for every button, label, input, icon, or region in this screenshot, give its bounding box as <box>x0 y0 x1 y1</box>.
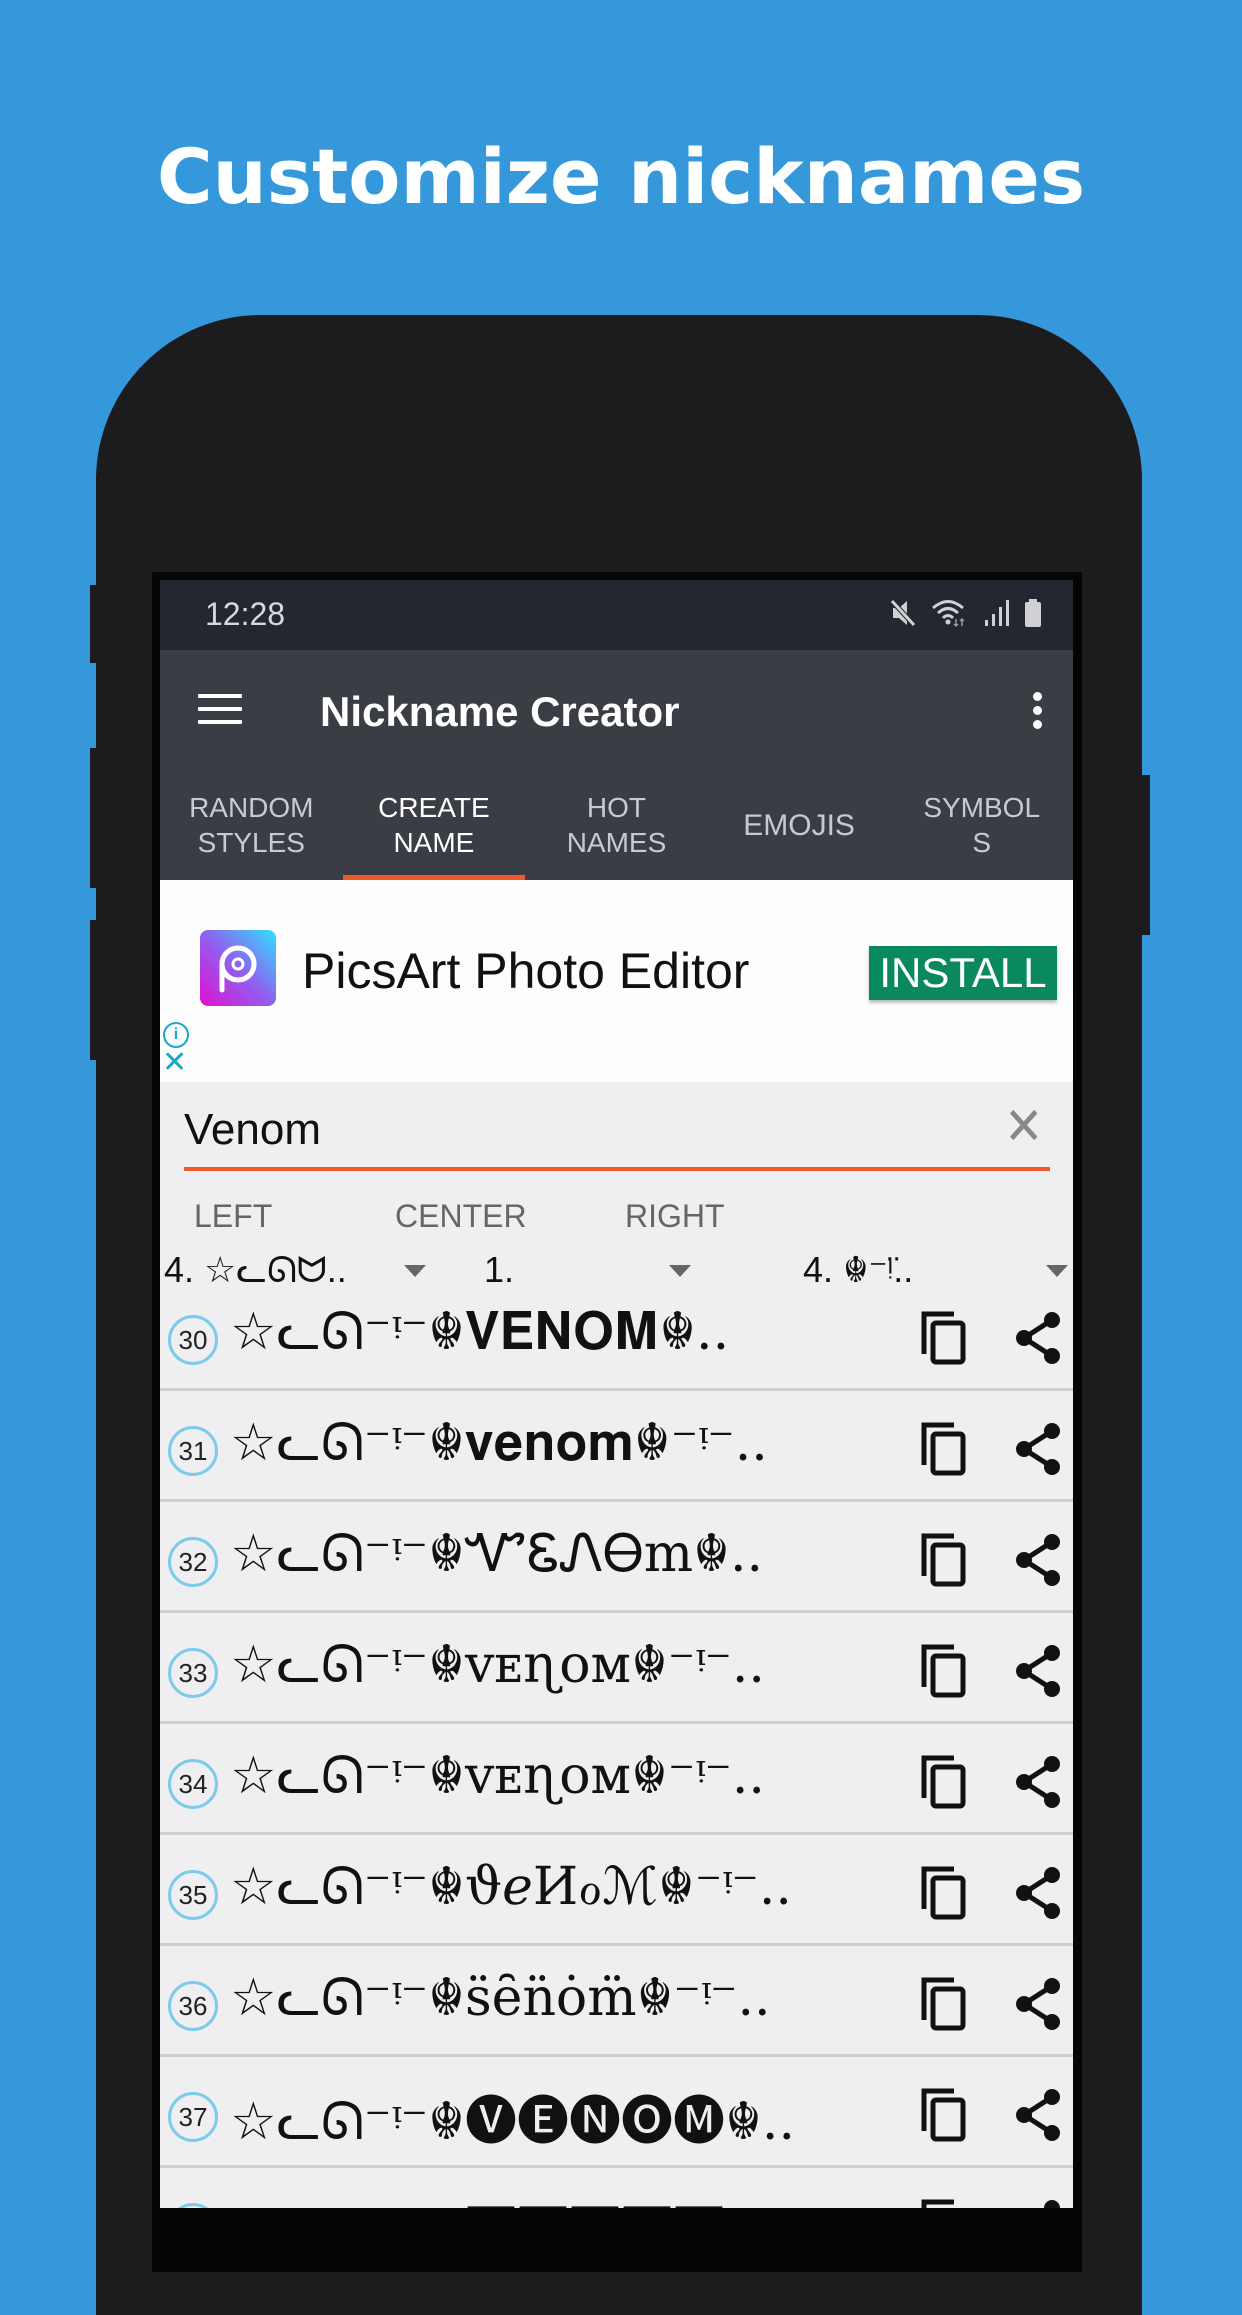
nickname-text[interactable]: ☆ᓚᘏ⁻ᵎ⁻☬ϑℯИℴℳ☬⁻ᵎ⁻.. <box>230 1857 1030 1918</box>
battery-icon <box>1025 599 1041 627</box>
nickname-text[interactable]: ☆ᓚᘏ⁻ᵎ⁻☬🅅🄴🄽🄾🄼☬.. <box>230 2190 1030 2208</box>
list-item[interactable]: 37 ☆ᓚᘏ⁻ᵎ⁻☬🅥🅔🅝🅞🅜☬.. <box>160 2057 1073 2168</box>
tab-label: EMOJIS <box>743 808 855 842</box>
tab-label: RANDOM <box>189 792 314 823</box>
copy-icon[interactable] <box>920 1421 970 1477</box>
ad-info-icon[interactable]: i <box>163 1022 189 1048</box>
status-bar: 12:28 <box>160 580 1073 650</box>
copy-icon[interactable] <box>920 1865 970 1921</box>
copy-icon[interactable] <box>920 2198 970 2208</box>
app-title: Nickname Creator <box>320 688 680 735</box>
copy-icon[interactable] <box>920 2087 970 2143</box>
list-item[interactable]: 31 ☆ᓚᘏ⁻ᵎ⁻☬𝐯𝐞𝐧𝐨𝐦☬⁻ᵎ⁻.. <box>160 1391 1073 1502</box>
copy-icon[interactable] <box>920 1643 970 1699</box>
row-number: 36 <box>168 1981 218 2031</box>
tab-symbols[interactable]: SYMBOL S <box>890 770 1073 880</box>
share-icon[interactable] <box>1016 1532 1062 1588</box>
more-vert-icon[interactable] <box>1033 692 1043 732</box>
chevron-down-icon <box>404 1265 426 1277</box>
row-number: 30 <box>168 1315 218 1365</box>
center-label: CENTER <box>395 1198 527 1234</box>
row-number: 38 <box>168 2203 218 2208</box>
name-input-field[interactable]: ✕ <box>184 1101 1050 1171</box>
status-time: 12:28 <box>205 596 286 632</box>
row-number: 32 <box>168 1537 218 1587</box>
signal-icon <box>985 600 1009 626</box>
row-number: 31 <box>168 1426 218 1476</box>
headline: Customize nicknames <box>156 132 1086 221</box>
share-icon[interactable] <box>1016 1310 1062 1366</box>
tab-label: CREATE <box>378 792 490 823</box>
chevron-down-icon <box>669 1265 691 1277</box>
list-item[interactable]: 34 ☆ᓚᘏ⁻ᵎ⁻☬ᴠᴇɳᴏᴍ☬⁻ᵎ⁻.. <box>160 1724 1073 1835</box>
row-number: 33 <box>168 1648 218 1698</box>
nickname-text[interactable]: ☆ᓚᘏ⁻ᵎ⁻☬𝐯𝐞𝐧𝐨𝐦☬⁻ᵎ⁻.. <box>230 1413 1030 1474</box>
install-button[interactable]: INSTALL <box>869 946 1057 1000</box>
ad-banner[interactable]: PicsArt Photo Editor INSTALL i ✕ <box>160 880 1073 1082</box>
share-icon[interactable] <box>1016 1643 1062 1699</box>
tab-label: NAME <box>393 827 475 858</box>
copy-icon[interactable] <box>920 1310 970 1366</box>
tab-hot-names[interactable]: HOT NAMES <box>525 770 708 880</box>
tab-bar: RANDOM STYLES CREATE NAME HOT NAMES EMOJIS … <box>160 770 1073 880</box>
tab-emojis[interactable]: EMOJIS <box>708 770 891 880</box>
tab-label: HOT <box>586 792 647 823</box>
list-item[interactable]: 35 ☆ᓚᘏ⁻ᵎ⁻☬ϑℯИℴℳ☬⁻ᵎ⁻.. <box>160 1835 1073 1946</box>
hamburger-menu-icon[interactable] <box>198 694 242 726</box>
list-item[interactable]: 32 ☆ᓚᘏ⁻ᵎ⁻☬ᏉᏋᏁᎾm☬.. <box>160 1502 1073 1613</box>
nickname-text[interactable]: ☆ᓚᘏ⁻ᵎ⁻☬ᏉᏋᏁᎾm☬.. <box>230 1524 1030 1585</box>
picsart-logo-icon <box>200 930 276 1006</box>
share-icon[interactable] <box>1016 2087 1062 2143</box>
nickname-text[interactable]: ☆ᓚᘏ⁻ᵎ⁻☬ᴠᴇɳᴏᴍ☬⁻ᵎ⁻.. <box>230 1746 1030 1807</box>
row-number: 34 <box>168 1759 218 1809</box>
copy-icon[interactable] <box>920 1532 970 1588</box>
app-bar: Nickname Creator <box>160 650 1073 770</box>
copy-icon[interactable] <box>920 1976 970 2032</box>
ad-app-name: PicsArt Photo Editor <box>302 943 750 999</box>
list-item[interactable]: 30 ☆ᓚᘏ⁻ᵎ⁻☬𝐕𝐄𝐍𝐎𝐌☬.. <box>160 1280 1073 1391</box>
chevron-down-icon <box>1046 1265 1068 1277</box>
status-icons <box>889 598 1043 628</box>
tab-create-name[interactable]: CREATE NAME <box>342 770 526 880</box>
phone-screen: 12:28 Nickname Creator RANDOM STYLES CRE… <box>160 580 1073 2208</box>
nickname-text[interactable]: ☆ᓚᘏ⁻ᵎ⁻☬s̈ȇn̈ȯm̈☬⁻ᵎ⁻.. <box>230 1968 1030 2029</box>
nickname-text[interactable]: ☆ᓚᘏ⁻ᵎ⁻☬ᴠᴇɳᴏᴍ☬⁻ᵎ⁻.. <box>230 1635 1030 1696</box>
list-item[interactable]: 38 ☆ᓚᘏ⁻ᵎ⁻☬🅅🄴🄽🄾🄼☬.. <box>160 2168 1073 2208</box>
list-item[interactable]: 36 ☆ᓚᘏ⁻ᵎ⁻☬s̈ȇn̈ȯm̈☬⁻ᵎ⁻.. <box>160 1946 1073 2057</box>
row-number: 35 <box>168 1870 218 1920</box>
left-label: LEFT <box>194 1198 273 1234</box>
tab-label: STYLES <box>197 827 305 858</box>
ad-close-icon[interactable]: ✕ <box>162 1048 187 1078</box>
name-input[interactable] <box>184 1105 964 1155</box>
clear-input-icon[interactable]: ✕ <box>1005 1101 1044 1153</box>
tab-random-styles[interactable]: RANDOM STYLES <box>160 770 343 880</box>
mute-icon <box>890 599 916 627</box>
tab-label: SYMBOL <box>923 792 1041 823</box>
share-icon[interactable] <box>1016 1421 1062 1477</box>
nickname-text[interactable]: ☆ᓚᘏ⁻ᵎ⁻☬🅥🅔🅝🅞🅜☬.. <box>230 2079 1030 2154</box>
share-icon[interactable] <box>1016 1865 1062 1921</box>
list-item[interactable]: 33 ☆ᓚᘏ⁻ᵎ⁻☬ᴠᴇɳᴏᴍ☬⁻ᵎ⁻.. <box>160 1613 1073 1724</box>
row-number: 37 <box>168 2092 218 2142</box>
copy-icon[interactable] <box>920 1754 970 1810</box>
share-icon[interactable] <box>1016 2198 1062 2208</box>
share-icon[interactable] <box>1016 1976 1062 2032</box>
nickname-text[interactable]: ☆ᓚᘏ⁻ᵎ⁻☬𝐕𝐄𝐍𝐎𝐌☬.. <box>230 1302 1030 1363</box>
tab-label: S <box>972 827 991 858</box>
tab-label: NAMES <box>566 827 667 858</box>
share-icon[interactable] <box>1016 1754 1062 1810</box>
right-label: RIGHT <box>625 1198 725 1234</box>
nickname-list: 30 ☆ᓚᘏ⁻ᵎ⁻☬𝐕𝐄𝐍𝐎𝐌☬.. 31 ☆ᓚᘏ⁻ᵎ⁻☬𝐯𝐞𝐧𝐨𝐦☬⁻ᵎ⁻.. 32 ☆… <box>160 1280 1073 2208</box>
wifi-icon <box>932 600 965 628</box>
